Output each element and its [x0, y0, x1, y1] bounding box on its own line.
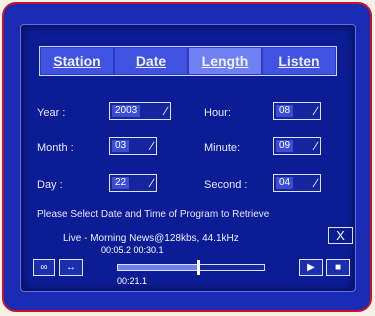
tab-station[interactable]: Station	[41, 48, 113, 74]
hour-label: Hour:	[204, 107, 231, 119]
day-field[interactable]: 22 ∕	[109, 174, 157, 192]
month-value: 03	[112, 140, 130, 152]
screen: Station Date Length Listen Year : 2003 ∕…	[20, 24, 356, 292]
year-label: Year :	[37, 107, 66, 119]
second-field[interactable]: 04 ∕	[273, 174, 321, 192]
edit-icon[interactable]: ∕	[165, 104, 167, 118]
stop-button[interactable]: ■	[326, 259, 350, 276]
device-frame: Station Date Length Listen Year : 2003 ∕…	[2, 2, 372, 312]
edit-icon[interactable]: ∕	[315, 176, 317, 190]
edit-icon[interactable]: ∕	[315, 104, 317, 118]
stream-status: Live - Morning News@128kbs, 44.1kHz	[63, 233, 239, 244]
play-button[interactable]: ▶	[299, 259, 323, 276]
minute-value: 09	[276, 140, 294, 152]
link-icon: ∞	[40, 262, 48, 273]
minute-label: Minute:	[204, 142, 241, 154]
progress-handle[interactable]	[197, 260, 201, 275]
month-label: Month :	[37, 142, 74, 154]
edit-icon[interactable]: ∕	[315, 139, 317, 153]
tab-listen[interactable]: Listen	[263, 48, 335, 74]
close-button[interactable]: X	[328, 227, 353, 244]
play-icon: ▶	[307, 262, 315, 273]
current-time: 00:21.1	[117, 276, 148, 286]
time-range: 00:05.2 00:30.1	[101, 245, 164, 255]
hour-value: 08	[276, 105, 294, 117]
loop-button[interactable]: ↔	[59, 259, 83, 276]
edit-icon[interactable]: ∕	[151, 176, 153, 190]
day-value: 22	[112, 177, 130, 189]
link-button[interactable]: ∞	[33, 259, 55, 276]
notice-text: Please Select Date and Time of Program t…	[37, 209, 270, 220]
tab-length[interactable]: Length	[189, 48, 261, 74]
second-label: Second :	[204, 179, 248, 191]
edit-icon[interactable]: ∕	[151, 139, 153, 153]
day-label: Day :	[37, 179, 63, 191]
progress-fill	[118, 265, 199, 270]
loop-icon: ↔	[66, 262, 76, 273]
month-field[interactable]: 03 ∕	[109, 137, 157, 155]
second-value: 04	[276, 177, 294, 189]
hour-field[interactable]: 08 ∕	[273, 102, 321, 120]
minute-field[interactable]: 09 ∕	[273, 137, 321, 155]
progress-track[interactable]	[117, 264, 265, 271]
year-field[interactable]: 2003 ∕	[109, 102, 171, 120]
stop-icon: ■	[334, 262, 342, 273]
tab-bar: Station Date Length Listen	[39, 46, 337, 76]
tab-date[interactable]: Date	[115, 48, 187, 74]
year-value: 2003	[112, 105, 141, 117]
